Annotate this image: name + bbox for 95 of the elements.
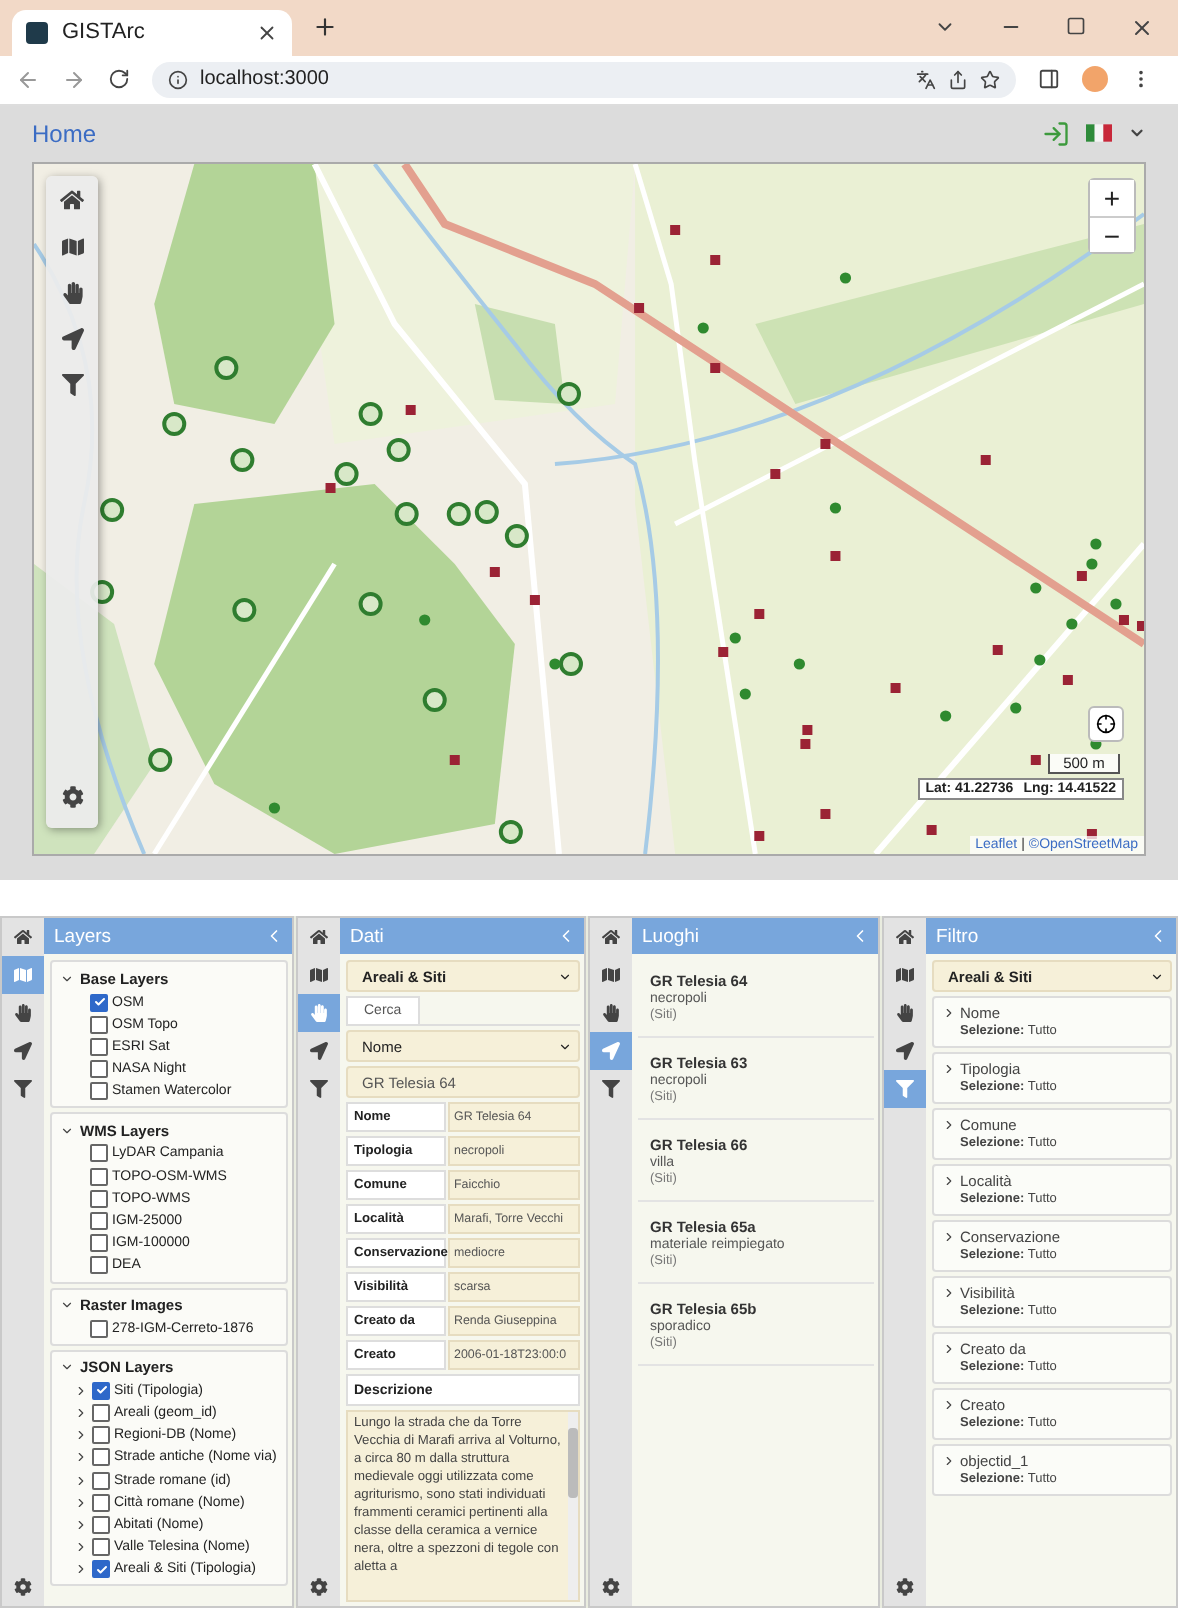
chevron-right-icon[interactable] — [74, 1473, 88, 1488]
filter-button[interactable] — [61, 373, 83, 396]
settings-button[interactable] — [61, 785, 83, 808]
checkbox[interactable] — [90, 1060, 108, 1079]
translate-icon[interactable] — [916, 69, 936, 90]
chevron-down-icon[interactable] — [60, 1298, 74, 1312]
new-tab-icon[interactable] — [312, 14, 338, 41]
chevron-right-icon[interactable] — [74, 1405, 88, 1420]
zoom-out-button[interactable]: − — [1090, 215, 1134, 252]
map-icon — [14, 966, 32, 985]
panel-title: Luoghi — [642, 925, 700, 948]
checkbox[interactable] — [92, 1448, 110, 1467]
checkbox[interactable] — [90, 1189, 108, 1208]
checkbox[interactable] — [92, 1381, 110, 1400]
checkbox[interactable] — [90, 1015, 108, 1034]
location-arrow-icon — [310, 1042, 328, 1061]
hand-icon — [310, 1004, 328, 1023]
chevron-right-icon[interactable] — [74, 1562, 88, 1577]
chevron-down-icon — [1150, 969, 1164, 984]
checkbox[interactable] — [92, 1515, 110, 1534]
chevron-right-icon[interactable] — [74, 1428, 88, 1443]
chevron-right-icon[interactable] — [74, 1383, 88, 1398]
hand-button[interactable] — [61, 281, 83, 304]
panel-title: Dati — [350, 925, 384, 948]
scrollbar[interactable] — [568, 1412, 578, 1600]
home-button[interactable] — [60, 187, 84, 212]
chevron-right-icon[interactable] — [74, 1540, 88, 1555]
checkbox[interactable] — [92, 1560, 110, 1579]
chevron-down-icon — [558, 1039, 572, 1054]
chevron-right-icon[interactable] — [74, 1450, 88, 1465]
panel-title: Filtro — [936, 925, 979, 948]
home-link[interactable]: Home — [32, 119, 97, 148]
checkbox[interactable] — [90, 1082, 108, 1101]
map-icon — [310, 966, 328, 985]
location-arrow-icon — [14, 1042, 32, 1061]
url-text: localhost:3000 — [200, 68, 331, 91]
checkbox[interactable] — [90, 993, 108, 1012]
star-icon[interactable] — [980, 69, 1000, 90]
back-icon[interactable] — [16, 67, 40, 92]
checkbox[interactable] — [90, 1234, 108, 1253]
login-icon[interactable] — [1042, 119, 1070, 148]
app-logo-icon — [26, 21, 48, 44]
hand-icon — [602, 1004, 620, 1023]
location-arrow-button[interactable] — [61, 327, 83, 350]
chevron-down-icon[interactable] — [60, 1123, 74, 1138]
filter-icon — [14, 1080, 32, 1099]
forward-icon[interactable] — [62, 67, 86, 92]
locate-button[interactable] — [1088, 705, 1124, 742]
close-icon[interactable] — [1130, 15, 1154, 40]
checkbox[interactable] — [90, 1037, 108, 1056]
info-icon[interactable] — [168, 69, 188, 90]
checkbox[interactable] — [92, 1403, 110, 1422]
map-button[interactable] — [61, 235, 83, 258]
chevron-down-icon — [558, 969, 572, 984]
checkbox[interactable] — [90, 1319, 108, 1338]
hand-icon — [896, 1004, 914, 1023]
hand-icon — [14, 1004, 32, 1023]
settings-icon — [310, 1578, 328, 1596]
chevron-right-icon[interactable] — [74, 1517, 88, 1532]
home-icon — [602, 928, 620, 947]
map-icon — [896, 966, 914, 985]
map-icon — [602, 966, 620, 985]
tab-title: GISTArc — [62, 20, 147, 45]
location-arrow-icon — [602, 1042, 620, 1061]
chevron-down-icon[interactable] — [60, 1360, 74, 1375]
settings-icon — [896, 1578, 914, 1596]
side-panel-icon[interactable] — [1038, 68, 1060, 91]
checkbox[interactable] — [92, 1493, 110, 1512]
checkbox[interactable] — [90, 1212, 108, 1231]
filter-icon — [602, 1080, 620, 1099]
filter-icon — [896, 1080, 914, 1099]
home-icon — [896, 928, 914, 947]
home-icon — [14, 928, 32, 947]
checkbox[interactable] — [90, 1256, 108, 1275]
checkbox[interactable] — [92, 1471, 110, 1490]
checkbox[interactable] — [90, 1167, 108, 1186]
crosshair-icon — [1096, 713, 1116, 734]
settings-icon — [14, 1578, 32, 1596]
location-arrow-icon — [896, 1042, 914, 1061]
maximize-icon[interactable] — [1066, 15, 1086, 40]
close-icon[interactable] — [256, 21, 278, 44]
share-icon[interactable] — [948, 69, 968, 90]
filter-icon — [310, 1080, 328, 1099]
home-icon — [310, 928, 328, 947]
checkbox[interactable] — [92, 1426, 110, 1445]
reload-icon[interactable] — [108, 68, 130, 91]
settings-icon — [602, 1578, 620, 1596]
chevron-right-icon[interactable] — [74, 1495, 88, 1510]
checkbox[interactable] — [92, 1538, 110, 1557]
flag-icon[interactable] — [1086, 124, 1112, 143]
chevron-down-icon[interactable] — [60, 971, 74, 986]
panel-title: Layers — [54, 925, 112, 948]
checkbox[interactable] — [90, 1144, 108, 1163]
browser-tab[interactable]: GISTArc — [12, 9, 292, 56]
address-bar[interactable]: localhost:3000 — [152, 61, 1016, 98]
